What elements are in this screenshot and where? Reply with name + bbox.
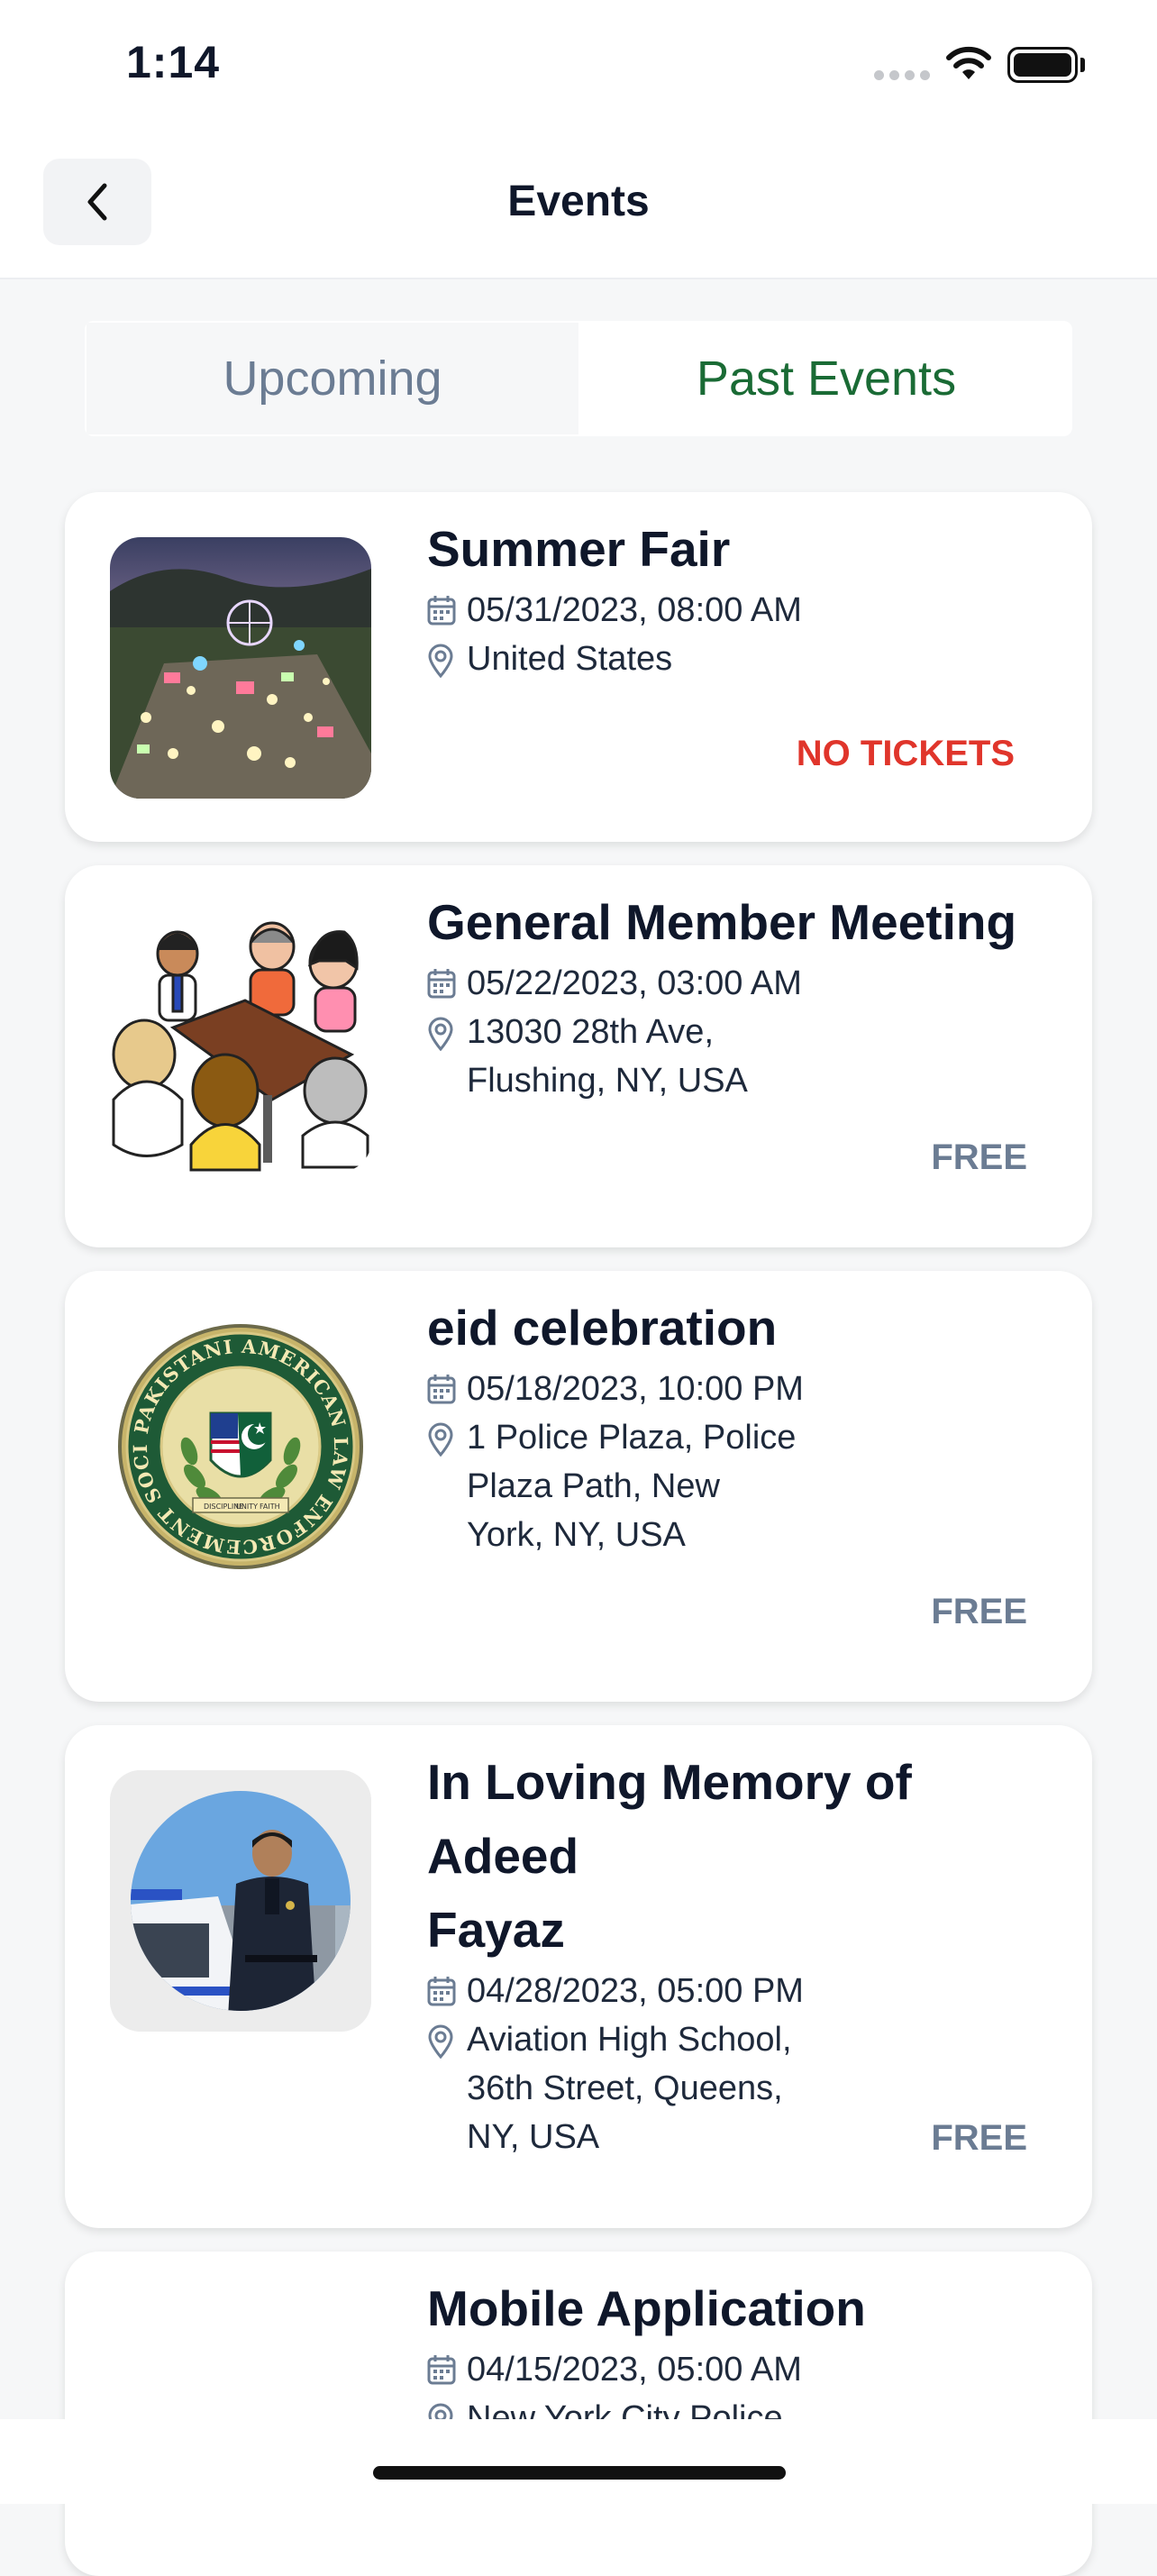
event-info: Summer Fair 05/31/2023, 08:00 AM United … <box>427 512 1074 683</box>
event-location-line: Aviation High School, <box>467 2021 792 2059</box>
event-price-label: FREE <box>931 2118 1027 2158</box>
event-date-row: 05/22/2023, 03:00 AM <box>427 959 1074 1008</box>
location-pin-icon <box>428 644 453 678</box>
event-title: General Member Meeting <box>427 894 1017 950</box>
seal-ribbon-text: FAITH <box>260 1503 280 1511</box>
event-tabs: Upcoming Past Events <box>85 321 1072 436</box>
calendar-icon <box>427 969 456 999</box>
event-datetime: 05/22/2023, 03:00 AM <box>467 964 802 1002</box>
calendar-icon <box>427 1977 456 2006</box>
location-pin-icon <box>428 1017 453 1051</box>
event-card[interactable]: Mobile Application 04/15/2023, 05:00 AM … <box>65 2252 1092 2576</box>
event-location-row: United States <box>427 635 1074 683</box>
wifi-icon <box>946 46 991 79</box>
event-location-line: York, NY, USA <box>467 1516 686 1554</box>
event-price-label: NO TICKETS <box>796 734 1015 773</box>
event-location-line: Flushing, NY, USA <box>467 1062 748 1100</box>
event-date-row: 05/18/2023, 10:00 PM <box>427 1365 1074 1413</box>
event-image-eid-celebration: PAKISTANI AMERICAN LAW ENFORCEMENT SOCIE… <box>110 1316 371 1577</box>
event-title: Summer Fair <box>427 521 731 577</box>
tab-past-events[interactable]: Past Events <box>580 321 1072 436</box>
seal-ribbon-text: UNITY <box>236 1503 258 1511</box>
event-date-row: 04/15/2023, 05:00 AM <box>427 2345 1074 2394</box>
status-time: 1:14 <box>126 37 221 87</box>
event-image-in-memory <box>110 1770 371 2032</box>
event-card[interactable]: Summer Fair 05/31/2023, 08:00 AM United … <box>65 492 1092 842</box>
tab-upcoming[interactable]: Upcoming <box>85 321 580 436</box>
event-info: eid celebration 05/18/2023, 10:00 PM 1 P… <box>427 1291 1074 1559</box>
event-date-row: 05/31/2023, 08:00 AM <box>427 586 1074 635</box>
calendar-icon <box>427 596 456 626</box>
event-datetime: 05/18/2023, 10:00 PM <box>467 1370 804 1408</box>
event-card[interactable]: General Member Meeting 05/22/2023, 03:00… <box>65 865 1092 1247</box>
home-indicator[interactable] <box>373 2466 786 2480</box>
event-title: eid celebration <box>427 1300 778 1356</box>
event-location-line: Plaza Path, New <box>467 1467 720 1505</box>
event-title-continued: Fayaz <box>427 1902 565 1958</box>
event-image-summer-fair <box>110 537 371 799</box>
event-info: General Member Meeting 05/22/2023, 03:00… <box>427 885 1074 1105</box>
app-header: 1:14 Events <box>0 0 1157 279</box>
event-location-row: 1 Police Plaza, Police Plaza Path, New Y… <box>427 1413 1074 1559</box>
event-title: In Loving Memory of Adeed <box>427 1754 912 1884</box>
event-price-label: FREE <box>931 1137 1027 1177</box>
calendar-icon <box>427 1375 456 1404</box>
battery-icon <box>1007 47 1078 83</box>
event-datetime: 04/15/2023, 05:00 AM <box>467 2351 802 2389</box>
calendar-icon <box>427 2355 456 2385</box>
event-location-line: 36th Street, Queens, <box>467 2069 783 2107</box>
event-info: Mobile Application 04/15/2023, 05:00 AM … <box>427 2271 1074 2443</box>
event-card[interactable]: In Loving Memory of Adeed Fayaz 04/28/20… <box>65 1725 1092 2228</box>
event-datetime: 04/28/2023, 05:00 PM <box>467 1972 804 2010</box>
event-title: Mobile Application <box>427 2280 866 2336</box>
bottom-safe-area <box>0 2419 1157 2504</box>
event-location-row: 13030 28th Ave, Flushing, NY, USA <box>427 1008 1074 1105</box>
event-info: In Loving Memory of Adeed Fayaz 04/28/20… <box>427 1745 1074 2161</box>
event-datetime: 05/31/2023, 08:00 AM <box>467 591 802 629</box>
event-image-member-meeting <box>110 910 371 1172</box>
event-location-line: 13030 28th Ave, <box>467 1013 714 1051</box>
event-location-line: United States <box>467 640 673 678</box>
location-pin-icon <box>428 1422 453 1457</box>
event-price-label: FREE <box>931 1592 1027 1631</box>
page-title: Events <box>507 178 650 225</box>
event-location-line: 1 Police Plaza, Police <box>467 1419 797 1457</box>
event-date-row: 04/28/2023, 05:00 PM <box>427 1967 1074 2015</box>
location-pin-icon <box>428 2024 453 2059</box>
cellular-signal-icon <box>874 70 930 80</box>
event-card[interactable]: PAKISTANI AMERICAN LAW ENFORCEMENT SOCIE… <box>65 1271 1092 1702</box>
